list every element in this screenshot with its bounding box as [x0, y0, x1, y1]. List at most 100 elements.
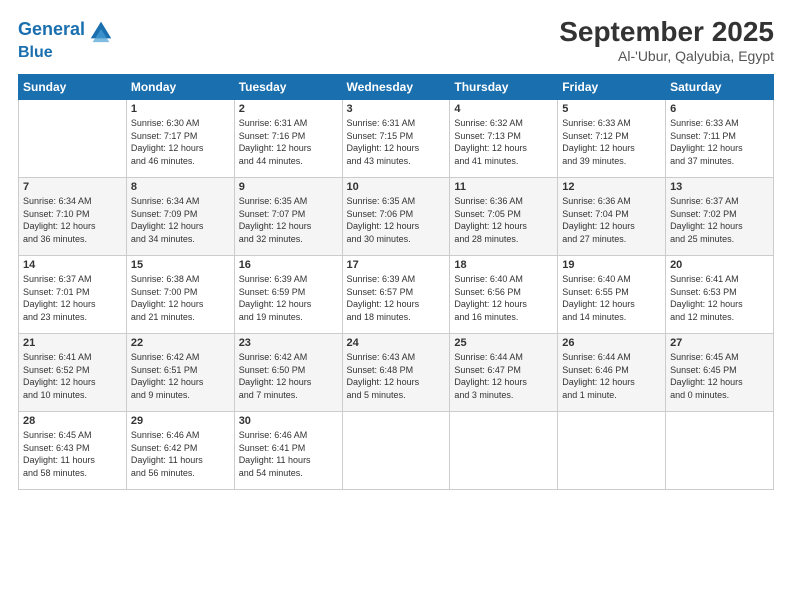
- day-number: 8: [131, 181, 230, 193]
- calendar-cell: 17 Sunrise: 6:39 AM Sunset: 6:57 PM Dayli…: [342, 256, 450, 334]
- calendar-cell: 6Sunrise: 6:33 AM Sunset: 7:11 PM Daylig…: [666, 100, 774, 178]
- day-info: Sunrise: 6:42 AM Sunset: 6:50 PM Dayligh…: [239, 351, 338, 401]
- day-info: Sunrise: 6:40 AM Sunset: 6:55 PM Dayligh…: [562, 273, 661, 323]
- day-info: Sunrise: 6:31 AM Sunset: 7:16 PM Dayligh…: [239, 117, 338, 167]
- calendar-cell: 5 Sunrise: 6:33 AM Sunset: 7:12 PM Daylig…: [558, 100, 666, 178]
- calendar-cell: 24Sunrise: 6:43 AM Sunset: 6:48 PM Dayli…: [342, 334, 450, 412]
- day-info: Sunrise: 6:42 AM Sunset: 6:51 PM Dayligh…: [131, 351, 230, 401]
- day-info: Sunrise: 6:33 AM Sunset: 7:12 PM Dayligh…: [562, 117, 661, 167]
- calendar-cell: 28 Sunrise: 6:45 AM Sunset: 6:43 PM Dayli…: [19, 412, 127, 490]
- location: Al-'Ubur, Qalyubia, Egypt: [559, 48, 774, 64]
- calendar-table: SundayMondayTuesdayWednesdayThursdayFrid…: [18, 74, 774, 490]
- day-header-monday: Monday: [126, 75, 234, 100]
- day-number: 10: [347, 181, 446, 193]
- day-number: 2: [239, 103, 338, 115]
- day-number: 23: [239, 337, 338, 349]
- day-number: 24: [347, 337, 446, 349]
- day-number: 18: [454, 259, 553, 271]
- day-header-thursday: Thursday: [450, 75, 558, 100]
- day-info: Sunrise: 6:40 AM Sunset: 6:56 PM Dayligh…: [454, 273, 553, 323]
- calendar-cell: 25Sunrise: 6:44 AM Sunset: 6:47 PM Dayli…: [450, 334, 558, 412]
- day-number: 4: [454, 103, 553, 115]
- day-number: 13: [670, 181, 769, 193]
- day-number: 20: [670, 259, 769, 271]
- day-info: Sunrise: 6:46 AM Sunset: 6:41 PM Dayligh…: [239, 429, 338, 479]
- calendar-cell: 3 Sunrise: 6:31 AM Sunset: 7:15 PM Daylig…: [342, 100, 450, 178]
- day-number: 11: [454, 181, 553, 193]
- calendar-cell: 23 Sunrise: 6:42 AM Sunset: 6:50 PM Dayli…: [234, 334, 342, 412]
- week-row-1: 1Sunrise: 6:30 AM Sunset: 7:17 PM Daylig…: [19, 100, 774, 178]
- day-number: 14: [23, 259, 122, 271]
- day-number: 25: [454, 337, 553, 349]
- calendar-cell: 10 Sunrise: 6:35 AM Sunset: 7:06 PM Dayli…: [342, 178, 450, 256]
- day-info: Sunrise: 6:35 AM Sunset: 7:07 PM Dayligh…: [239, 195, 338, 245]
- day-number: 28: [23, 415, 122, 427]
- day-number: 5: [562, 103, 661, 115]
- logo: General Blue: [18, 16, 115, 62]
- calendar-cell: 20 Sunrise: 6:41 AM Sunset: 6:53 PM Dayli…: [666, 256, 774, 334]
- day-info: Sunrise: 6:46 AM Sunset: 6:42 PM Dayligh…: [131, 429, 230, 479]
- day-info: Sunrise: 6:45 AM Sunset: 6:43 PM Dayligh…: [23, 429, 122, 479]
- calendar-cell: 11Sunrise: 6:36 AM Sunset: 7:05 PM Dayli…: [450, 178, 558, 256]
- calendar-cell: [558, 412, 666, 490]
- day-info: Sunrise: 6:31 AM Sunset: 7:15 PM Dayligh…: [347, 117, 446, 167]
- calendar-cell: 22Sunrise: 6:42 AM Sunset: 6:51 PM Dayli…: [126, 334, 234, 412]
- logo-text: General: [18, 20, 85, 40]
- day-info: Sunrise: 6:45 AM Sunset: 6:45 PM Dayligh…: [670, 351, 769, 401]
- calendar-cell: [342, 412, 450, 490]
- week-row-2: 7 Sunrise: 6:34 AM Sunset: 7:10 PM Daylig…: [19, 178, 774, 256]
- logo-blue-text: Blue: [18, 44, 115, 62]
- page-container: General Blue September 2025 Al-'Ubur, Qa…: [0, 0, 792, 500]
- week-row-3: 14 Sunrise: 6:37 AM Sunset: 7:01 PM Dayli…: [19, 256, 774, 334]
- calendar-cell: 21 Sunrise: 6:41 AM Sunset: 6:52 PM Dayli…: [19, 334, 127, 412]
- day-info: Sunrise: 6:39 AM Sunset: 6:57 PM Dayligh…: [347, 273, 446, 323]
- calendar-cell: [19, 100, 127, 178]
- day-number: 7: [23, 181, 122, 193]
- day-header-friday: Friday: [558, 75, 666, 100]
- day-info: Sunrise: 6:39 AM Sunset: 6:59 PM Dayligh…: [239, 273, 338, 323]
- day-number: 19: [562, 259, 661, 271]
- day-number: 15: [131, 259, 230, 271]
- calendar-cell: 27 Sunrise: 6:45 AM Sunset: 6:45 PM Dayli…: [666, 334, 774, 412]
- day-number: 21: [23, 337, 122, 349]
- calendar-cell: [666, 412, 774, 490]
- calendar-cell: 19 Sunrise: 6:40 AM Sunset: 6:55 PM Dayli…: [558, 256, 666, 334]
- day-info: Sunrise: 6:35 AM Sunset: 7:06 PM Dayligh…: [347, 195, 446, 245]
- day-number: 17: [347, 259, 446, 271]
- calendar-cell: 26Sunrise: 6:44 AM Sunset: 6:46 PM Dayli…: [558, 334, 666, 412]
- day-number: 27: [670, 337, 769, 349]
- calendar-cell: 14 Sunrise: 6:37 AM Sunset: 7:01 PM Dayli…: [19, 256, 127, 334]
- calendar-cell: 8 Sunrise: 6:34 AM Sunset: 7:09 PM Daylig…: [126, 178, 234, 256]
- day-number: 3: [347, 103, 446, 115]
- day-info: Sunrise: 6:34 AM Sunset: 7:09 PM Dayligh…: [131, 195, 230, 245]
- calendar-cell: 7 Sunrise: 6:34 AM Sunset: 7:10 PM Daylig…: [19, 178, 127, 256]
- day-info: Sunrise: 6:37 AM Sunset: 7:01 PM Dayligh…: [23, 273, 122, 323]
- calendar-cell: 16 Sunrise: 6:39 AM Sunset: 6:59 PM Dayli…: [234, 256, 342, 334]
- day-number: 6: [670, 103, 769, 115]
- day-info: Sunrise: 6:44 AM Sunset: 6:46 PM Dayligh…: [562, 351, 661, 401]
- logo-icon: [87, 16, 115, 44]
- week-row-5: 28 Sunrise: 6:45 AM Sunset: 6:43 PM Dayli…: [19, 412, 774, 490]
- day-info: Sunrise: 6:41 AM Sunset: 6:52 PM Dayligh…: [23, 351, 122, 401]
- day-header-wednesday: Wednesday: [342, 75, 450, 100]
- calendar-cell: 29Sunrise: 6:46 AM Sunset: 6:42 PM Dayli…: [126, 412, 234, 490]
- day-header-saturday: Saturday: [666, 75, 774, 100]
- calendar-cell: 12Sunrise: 6:36 AM Sunset: 7:04 PM Dayli…: [558, 178, 666, 256]
- calendar-cell: 9Sunrise: 6:35 AM Sunset: 7:07 PM Daylig…: [234, 178, 342, 256]
- month-title: September 2025: [559, 16, 774, 48]
- day-info: Sunrise: 6:41 AM Sunset: 6:53 PM Dayligh…: [670, 273, 769, 323]
- day-header-sunday: Sunday: [19, 75, 127, 100]
- page-header: General Blue September 2025 Al-'Ubur, Qa…: [18, 16, 774, 64]
- calendar-cell: 2 Sunrise: 6:31 AM Sunset: 7:16 PM Daylig…: [234, 100, 342, 178]
- day-info: Sunrise: 6:34 AM Sunset: 7:10 PM Dayligh…: [23, 195, 122, 245]
- day-number: 12: [562, 181, 661, 193]
- calendar-cell: 15Sunrise: 6:38 AM Sunset: 7:00 PM Dayli…: [126, 256, 234, 334]
- header-row: SundayMondayTuesdayWednesdayThursdayFrid…: [19, 75, 774, 100]
- title-block: September 2025 Al-'Ubur, Qalyubia, Egypt: [559, 16, 774, 64]
- calendar-cell: 1Sunrise: 6:30 AM Sunset: 7:17 PM Daylig…: [126, 100, 234, 178]
- day-info: Sunrise: 6:30 AM Sunset: 7:17 PM Dayligh…: [131, 117, 230, 167]
- day-number: 16: [239, 259, 338, 271]
- day-info: Sunrise: 6:37 AM Sunset: 7:02 PM Dayligh…: [670, 195, 769, 245]
- day-header-tuesday: Tuesday: [234, 75, 342, 100]
- calendar-cell: 4Sunrise: 6:32 AM Sunset: 7:13 PM Daylig…: [450, 100, 558, 178]
